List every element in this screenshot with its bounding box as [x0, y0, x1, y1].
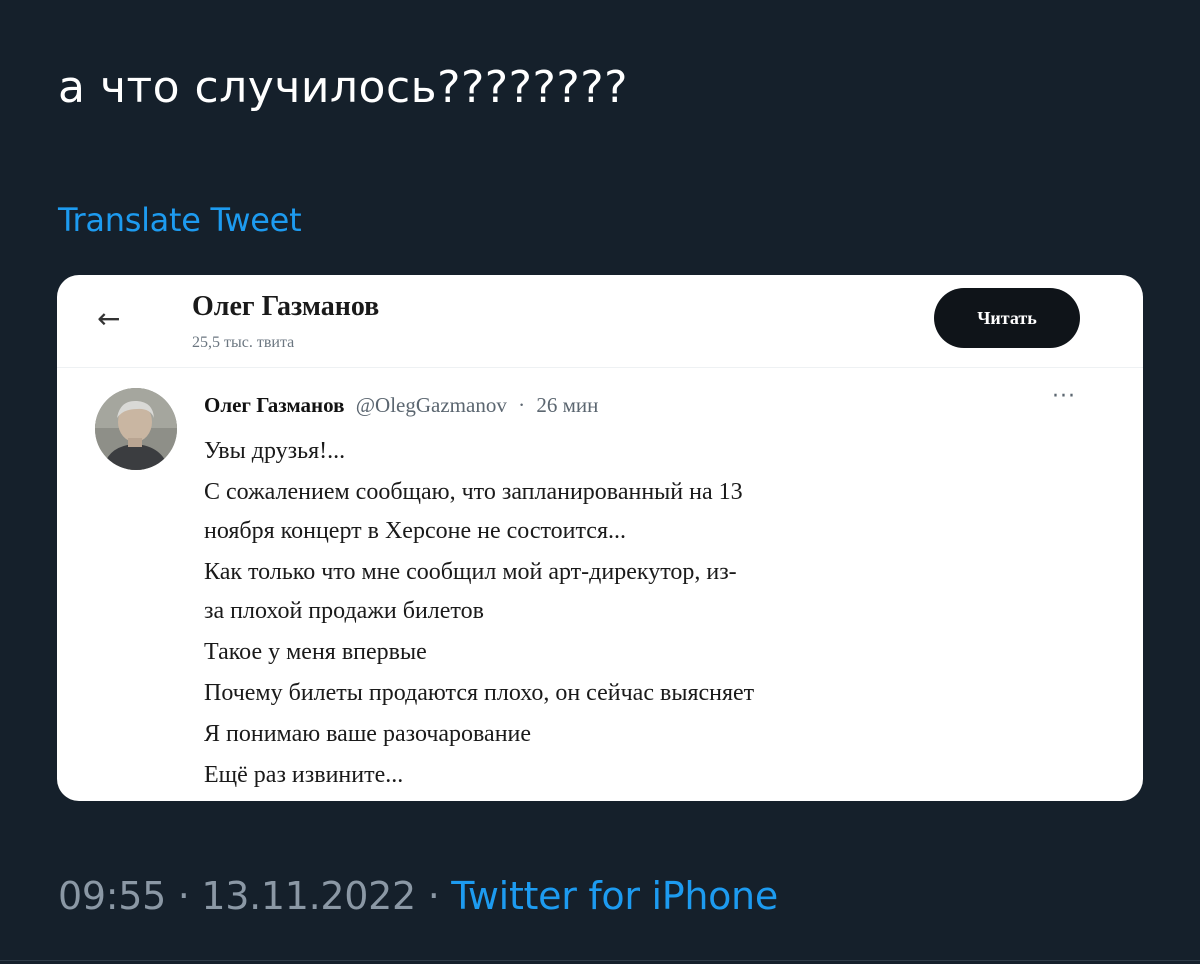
translate-tweet-link[interactable]: Translate Tweet: [58, 198, 302, 242]
screenshot-tweet-line: ноября концерт в Херсоне не состоится...: [204, 518, 626, 544]
screenshot-tweet-header: Олег Газманов @OlegGazmanov · 26 мин: [204, 391, 598, 419]
screenshot-tweet-line: Ещё раз извините...: [204, 762, 404, 788]
tweet-media-image[interactable]: ← Олег Газманов 25,5 тыс. твита Читать О…: [57, 275, 1143, 801]
screenshot-tweet-line: за плохой продажи билетов: [204, 598, 484, 624]
meta-separator: ·: [166, 874, 202, 918]
screenshot-follow-button: Читать: [934, 288, 1080, 348]
meta-separator: ·: [415, 874, 452, 918]
screenshot-tweet-line: Я понимаю ваше разочарование: [204, 721, 532, 747]
avatar: [95, 388, 177, 470]
screenshot-profile-name: Олег Газманов: [192, 291, 380, 322]
screenshot-tweet-body: Увы друзья!... С сожалением сообщаю, что…: [204, 432, 1104, 795]
back-arrow-icon: ←: [97, 302, 121, 335]
screenshot-tweet-count: 25,5 тыс. твита: [192, 334, 295, 351]
tweet-date[interactable]: 13.11.2022: [201, 874, 416, 918]
screenshot-tweet-line: С сожалением сообщаю, что запланированны…: [204, 479, 743, 505]
tweet-text: а что случилось????????: [58, 62, 628, 113]
screenshot-tweet-time: 26 мин: [536, 393, 599, 417]
divider: [0, 960, 1200, 961]
screenshot-author-name: Олег Газманов: [204, 393, 345, 417]
tweet-time[interactable]: 09:55: [58, 874, 166, 918]
screenshot-tweet-line: Такое у меня впервые: [204, 639, 427, 665]
screenshot-meta-separator: ·: [518, 393, 526, 417]
tweet-client-link[interactable]: Twitter for iPhone: [451, 874, 778, 918]
screenshot-author-handle: @OlegGazmanov: [355, 393, 507, 417]
tweet-meta: 09:55 · 13.11.2022 · Twitter for iPhone: [58, 870, 778, 922]
screenshot-tweet-line: Увы друзья!...: [204, 438, 346, 464]
screenshot-tweet-line: Как только что мне сообщил мой арт-дирек…: [204, 559, 737, 585]
more-dots-icon: ···: [1052, 384, 1076, 409]
screenshot-profile-header: ← Олег Газманов 25,5 тыс. твита Читать: [57, 275, 1143, 368]
screenshot-tweet-line: Почему билеты продаются плохо, он сейчас…: [204, 680, 755, 706]
